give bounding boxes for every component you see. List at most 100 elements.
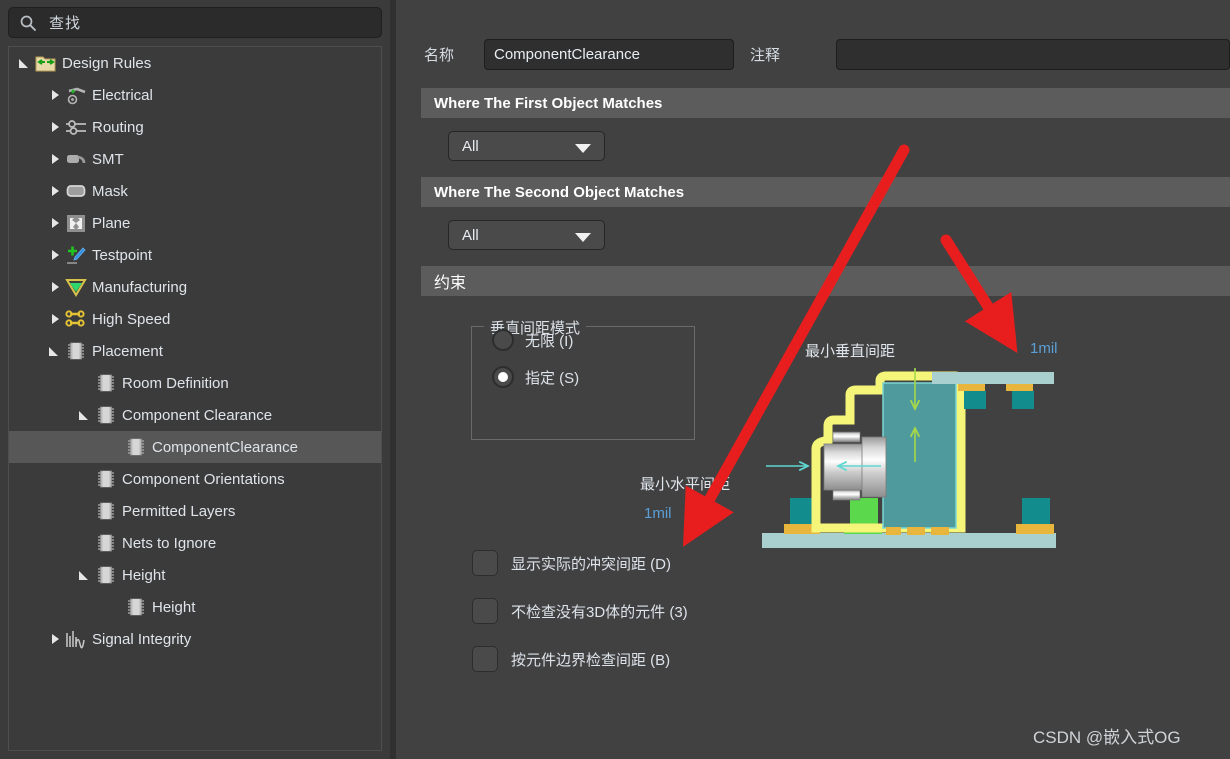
checkbox-skip-no-3d-body[interactable]: 不检查没有3D体的元件 (3)	[472, 598, 688, 624]
tree-item-manufacturing[interactable]: Manufacturing	[9, 271, 381, 303]
tree-item-label: High Speed	[92, 310, 171, 328]
chevron-right-icon[interactable]	[47, 279, 63, 295]
tree-item-label: Routing	[92, 118, 144, 136]
tree-item-label: Plane	[92, 214, 131, 232]
manufacturing-icon	[65, 279, 87, 297]
tree-item-label: Permitted Layers	[122, 502, 236, 520]
radio-infinite-indicator	[492, 329, 514, 351]
placement-icon	[98, 374, 114, 392]
design-rules-tree[interactable]: Design Rules Electrical Routing SMT Mask Plan…	[8, 46, 382, 751]
tree-item-component-clearance[interactable]: Component Clearance	[9, 399, 381, 431]
top-board-assembly	[932, 372, 1050, 384]
connector-barrel	[823, 431, 887, 501]
tree-item-plane[interactable]: Plane	[9, 207, 381, 239]
chevron-down-icon[interactable]	[77, 567, 93, 583]
checkbox-show-actual-violation[interactable]: 显示实际的冲突间距 (D)	[472, 550, 671, 576]
chevron-down-icon[interactable]	[17, 55, 33, 71]
chevron-right-icon[interactable]	[47, 87, 63, 103]
search-input[interactable]: 查找	[8, 7, 382, 38]
placement-icon	[98, 502, 114, 520]
tree-item-testpoint[interactable]: Testpoint	[9, 239, 381, 271]
tree-item-height[interactable]: Height	[9, 559, 381, 591]
mask-icon	[66, 185, 86, 197]
tree-item-label: Signal Integrity	[92, 630, 192, 648]
checkbox-check-by-component-bounds-label: 按元件边界检查间距 (B)	[511, 651, 671, 669]
chevron-right-icon[interactable]	[47, 183, 63, 199]
tree-item-label: Component Orientations	[122, 470, 285, 488]
tree-item-label: Manufacturing	[92, 278, 188, 296]
chevron-right-icon[interactable]	[47, 631, 63, 647]
placement-icon	[68, 342, 84, 360]
chevron-right-icon[interactable]	[47, 151, 63, 167]
radio-specified-indicator	[492, 366, 514, 388]
chevron-right-icon[interactable]	[47, 311, 63, 327]
chevron-down-icon[interactable]	[47, 343, 63, 359]
tree-item-electrical[interactable]: Electrical	[9, 79, 381, 111]
comment-field[interactable]	[836, 39, 1230, 70]
checkbox-check-by-component-bounds-box	[472, 646, 498, 672]
name-label: 名称	[424, 47, 455, 64]
second-object-scope-dropdown[interactable]: All	[448, 220, 605, 250]
tree-item-room-definition[interactable]: Room Definition	[9, 367, 381, 399]
tree-item-label: Mask	[92, 182, 128, 200]
first-object-scope-dropdown[interactable]: All	[448, 131, 605, 161]
tree-item-design-rules[interactable]: Design Rules	[9, 47, 381, 79]
diagram-vertical-value: 1mil	[1030, 340, 1058, 357]
tree-item-high-speed[interactable]: High Speed	[9, 303, 381, 335]
radio-specified-label: 指定 (S)	[525, 369, 580, 387]
floating-board-chip-left	[964, 391, 986, 409]
chevron-down-icon[interactable]	[77, 407, 93, 423]
chevron-right-icon[interactable]	[47, 215, 63, 231]
tree-item-height[interactable]: Height	[9, 591, 381, 623]
second-object-scope-value: All	[462, 226, 479, 244]
tree-item-component-orientations[interactable]: Component Orientations	[9, 463, 381, 495]
rule-editor-panel: 名称 注释 Where The First Object Matches All…	[396, 0, 1230, 759]
comment-label: 注释	[750, 47, 781, 64]
tree-item-smt[interactable]: SMT	[9, 143, 381, 175]
chevron-down-icon	[575, 233, 591, 242]
chevron-right-icon[interactable]	[47, 119, 63, 135]
tree-item-nets-to-ignore[interactable]: Nets to Ignore	[9, 527, 381, 559]
checkbox-check-by-component-bounds[interactable]: 按元件边界检查间距 (B)	[472, 646, 670, 672]
radio-infinite[interactable]: 无限 (I)	[492, 329, 573, 351]
placement-icon	[98, 406, 114, 424]
tree-item-label: Height	[152, 598, 196, 616]
checkbox-skip-no-3d-body-box	[472, 598, 498, 624]
checkbox-show-actual-violation-label: 显示实际的冲突间距 (D)	[511, 555, 671, 573]
placement-icon	[128, 438, 144, 456]
tree-item-signal-integrity[interactable]: Signal Integrity	[9, 623, 381, 655]
clearance-outline	[811, 371, 966, 533]
routing-icon	[66, 120, 86, 135]
plane-icon	[67, 215, 85, 232]
tree-item-label: Room Definition	[122, 374, 229, 392]
radio-specified[interactable]: 指定 (S)	[492, 366, 579, 388]
tree-item-routing[interactable]: Routing	[9, 111, 381, 143]
chevron-right-icon[interactable]	[47, 247, 63, 263]
smd-component-green	[844, 498, 882, 534]
tree-item-placement[interactable]: Placement	[9, 335, 381, 367]
tree-item-label: Placement	[92, 342, 163, 360]
checkbox-skip-no-3d-body-label: 不检查没有3D体的元件 (3)	[511, 603, 688, 621]
tree-item-componentclearance[interactable]: ComponentClearance	[9, 431, 381, 463]
pcb-base-board	[762, 533, 1056, 548]
tree-item-label: Design Rules	[62, 54, 152, 72]
folder-rules-icon	[35, 56, 56, 72]
diagram-vertical-label: 最小垂直间距	[805, 343, 896, 360]
name-comment-row: 名称 注释	[396, 0, 1230, 86]
section-header-constraints: 约束	[421, 266, 1230, 296]
app-window: 查找 Design Rules Electrical Routing SMT Mask P…	[0, 0, 1230, 759]
watermark: CSDN @嵌入式OG	[1033, 728, 1181, 747]
tree-item-mask[interactable]: Mask	[9, 175, 381, 207]
floating-board-pad-right	[1006, 384, 1033, 391]
tree-item-label: Component Clearance	[122, 406, 273, 424]
tree-item-label: Testpoint	[92, 246, 153, 264]
diagram-horizontal-label: 最小水平间距	[640, 476, 731, 493]
rules-tree-panel: 查找 Design Rules Electrical Routing SMT Mask P…	[0, 0, 390, 759]
tree-item-permitted-layers[interactable]: Permitted Layers	[9, 495, 381, 527]
name-field[interactable]	[484, 39, 734, 70]
smd-component-left	[784, 498, 820, 534]
